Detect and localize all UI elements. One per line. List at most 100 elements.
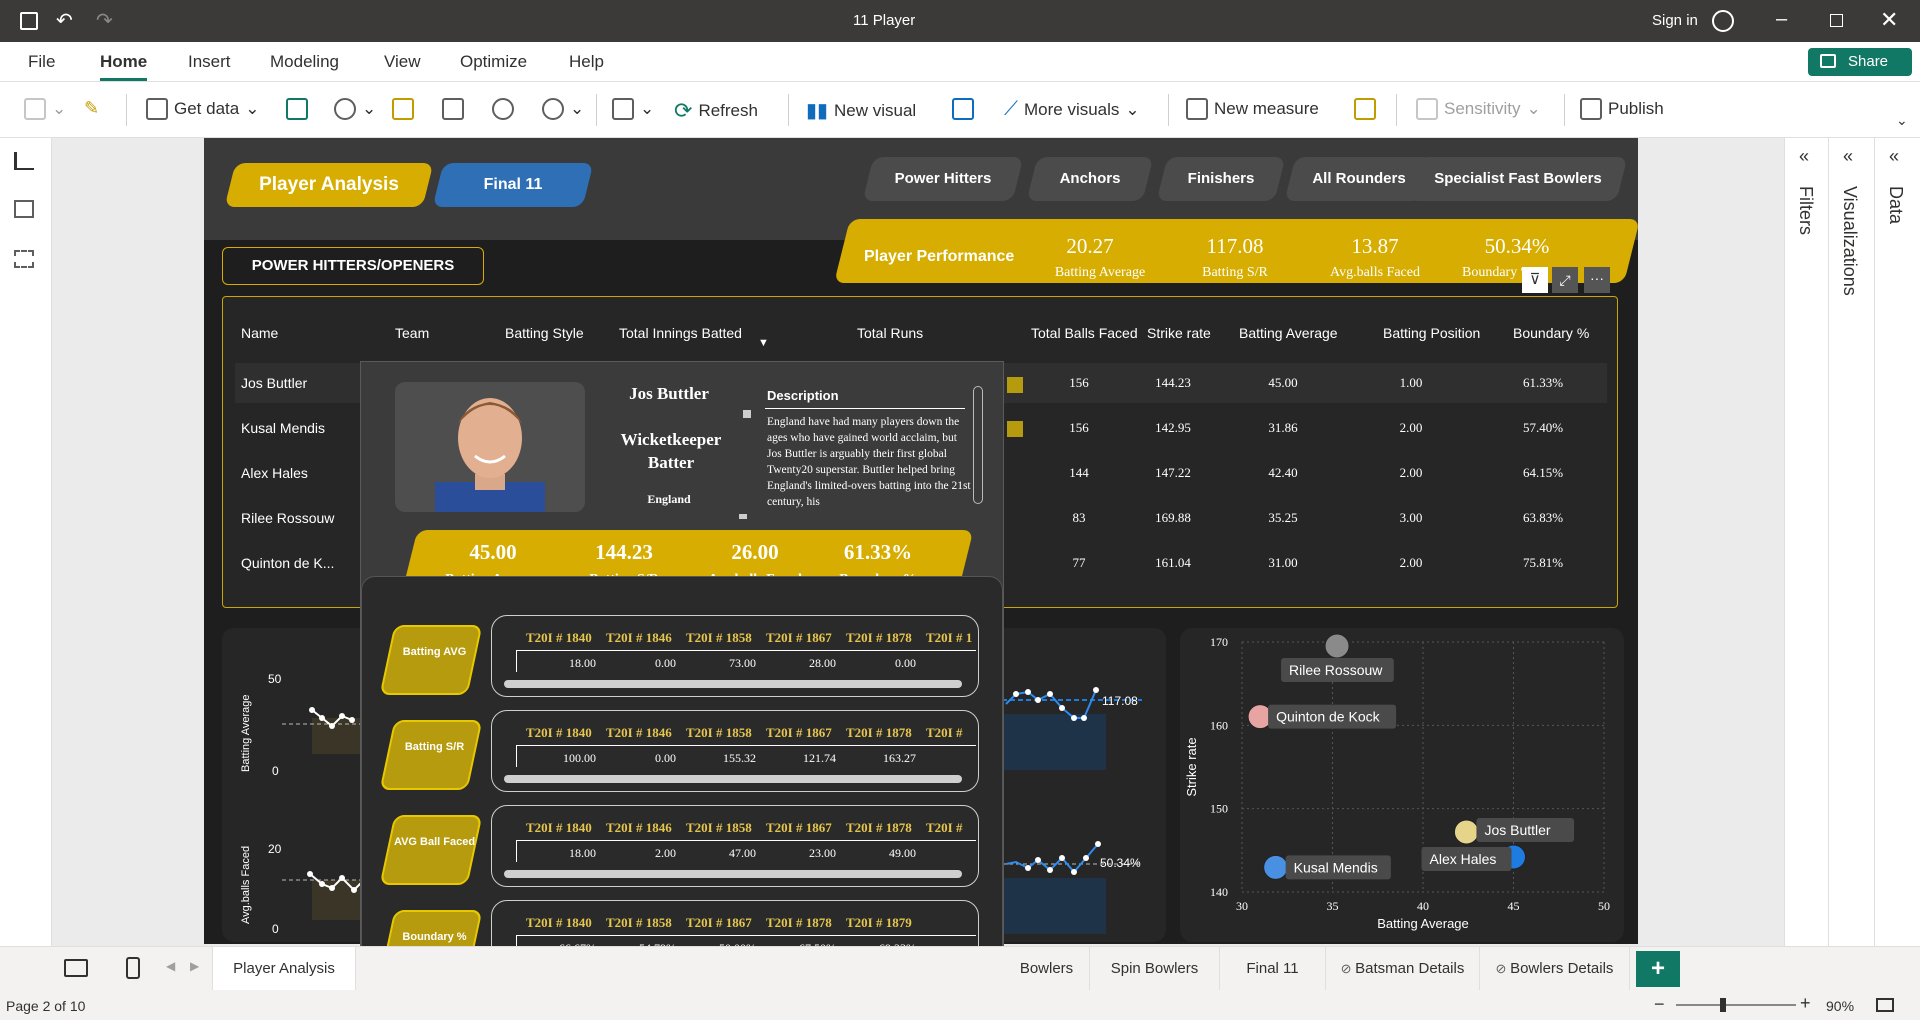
report-view-icon[interactable] xyxy=(14,152,34,170)
nav-anchors[interactable]: Anchors xyxy=(1026,157,1154,201)
fit-to-page-icon[interactable] xyxy=(1876,998,1894,1012)
transform-button[interactable]: ⌄ xyxy=(542,98,584,120)
stat-row-label: AVG Ball Faced xyxy=(393,836,476,848)
transform-data-button[interactable]: ⌄ xyxy=(612,98,654,120)
text-box-button[interactable] xyxy=(952,98,974,120)
col-team[interactable]: Team xyxy=(395,325,429,341)
matrix-scrollbar[interactable] xyxy=(504,680,962,688)
match-value: 2.00 xyxy=(655,846,676,860)
next-page-icon[interactable]: ▶ xyxy=(190,959,199,973)
save-icon[interactable] xyxy=(20,12,38,30)
expand-filters-icon[interactable]: « xyxy=(1799,146,1809,167)
more-visuals-button[interactable]: ⟋ More visuals ⌄ xyxy=(1004,98,1140,121)
sign-in-link[interactable]: Sign in xyxy=(1652,12,1698,29)
col-total-runs[interactable]: Total Runs xyxy=(857,325,923,341)
data-pane[interactable]: « Data xyxy=(1874,138,1920,946)
matrix-scrollbar[interactable] xyxy=(504,870,962,878)
description-scrollbar[interactable] xyxy=(973,386,983,504)
zoom-out-icon[interactable]: − xyxy=(1654,994,1665,1015)
y-tick-label: 150 xyxy=(1210,802,1228,816)
menu-optimize[interactable]: Optimize xyxy=(460,52,527,72)
player-tooltip: Jos Buttler Wicketkeeper Batter England … xyxy=(360,361,1004,1010)
zoom-in-icon[interactable]: + xyxy=(1800,993,1811,1014)
more-options-icon[interactable]: ··· xyxy=(1584,267,1610,293)
matrix-scrollbar[interactable] xyxy=(504,775,962,783)
collapse-ribbon-icon[interactable]: ⌄ xyxy=(1896,112,1908,129)
undo-icon[interactable]: ↶ xyxy=(56,8,73,33)
photo-scroll-handle-bottom[interactable] xyxy=(739,514,747,519)
model-view-icon[interactable] xyxy=(14,250,34,268)
menu-help[interactable]: Help xyxy=(569,52,604,72)
new-visual-button[interactable]: ▮▮ New visual xyxy=(806,98,916,123)
match-value: 49.00 xyxy=(889,846,916,860)
page-tab-player-analysis[interactable]: Player Analysis xyxy=(212,947,356,991)
share-button[interactable]: Share xyxy=(1808,48,1912,76)
menu-file[interactable]: File xyxy=(28,52,55,72)
cell-pos: 3.00 xyxy=(1399,510,1423,525)
page-tab-spin-bowlers[interactable]: Spin Bowlers xyxy=(1090,947,1220,991)
match-header: T20I # 1867 xyxy=(766,725,832,740)
col-batting-style[interactable]: Batting Style xyxy=(505,325,584,341)
enter-data-button[interactable] xyxy=(442,98,464,120)
page-tab-bowlers-details[interactable]: ⊘ Bowlers Details xyxy=(1480,947,1630,991)
desktop-layout-icon[interactable] xyxy=(64,959,88,977)
table-view-icon[interactable] xyxy=(14,200,34,218)
menu-modeling[interactable]: Modeling xyxy=(270,52,339,72)
brush-icon: ✎ xyxy=(84,98,100,118)
refresh-button[interactable]: ⟳ Refresh xyxy=(674,98,758,124)
prev-page-icon[interactable]: ◀ xyxy=(166,959,175,973)
status-bar: Page 2 of 10 − + 90% xyxy=(0,990,1920,1020)
minimize-icon[interactable]: – xyxy=(1776,8,1787,31)
match-header: T20I # 1840 xyxy=(526,915,592,930)
col-name[interactable]: Name xyxy=(241,325,278,341)
match-value: 155.32 xyxy=(723,751,756,765)
menu-insert[interactable]: Insert xyxy=(188,52,231,72)
new-measure-button[interactable]: New measure xyxy=(1186,98,1319,120)
get-data-button[interactable]: Get data ⌄ xyxy=(146,98,259,120)
zoom-slider[interactable] xyxy=(1676,998,1796,1012)
page-tab-final-11[interactable]: Final 11 xyxy=(1220,947,1326,991)
focus-mode-icon[interactable]: ⤢ xyxy=(1552,267,1578,293)
excel-button[interactable] xyxy=(286,98,308,120)
tab-player-analysis[interactable]: Player Analysis xyxy=(224,163,434,207)
ba-tick-0: 0 xyxy=(272,764,279,778)
col-balls-faced[interactable]: Total Balls Faced xyxy=(1031,325,1138,341)
page-tab-batsman-details[interactable]: ⊘ Batsman Details xyxy=(1326,947,1480,991)
recent-sources-button[interactable] xyxy=(492,98,514,120)
close-icon[interactable]: ✕ xyxy=(1880,7,1898,33)
page-tab-bowlers[interactable]: Bowlers xyxy=(1004,947,1090,991)
menu-home[interactable]: Home xyxy=(100,52,148,81)
menu-view[interactable]: View xyxy=(384,52,421,72)
col-batting-position[interactable]: Batting Position xyxy=(1383,325,1480,341)
visualizations-pane[interactable]: « Visualizations xyxy=(1828,138,1874,946)
calculator-icon xyxy=(1186,98,1208,120)
format-painter-button[interactable]: ✎ xyxy=(84,98,99,119)
stat-row-label-badge: AVG Ball Faced xyxy=(379,815,483,885)
nav-power-hitters[interactable]: Power Hitters xyxy=(862,157,1024,201)
col-strike-rate[interactable]: Strike rate xyxy=(1147,325,1211,341)
filter-icon[interactable]: ⊽ xyxy=(1522,267,1548,293)
nav-specialist-fast-bowlers[interactable]: Specialist Fast Bowlers xyxy=(1408,157,1628,201)
filters-pane[interactable]: « Filters xyxy=(1784,138,1828,946)
onelake-button[interactable]: ⌄ xyxy=(334,98,376,120)
data-point-label: Quinton de Kock xyxy=(1276,709,1381,725)
dataverse-button[interactable] xyxy=(392,98,414,120)
expand-visualizations-icon[interactable]: « xyxy=(1843,146,1853,167)
match-value: 47.00 xyxy=(729,846,756,860)
quick-measure-button[interactable] xyxy=(1354,98,1376,120)
account-icon[interactable] xyxy=(1712,10,1734,32)
tab-final-11[interactable]: Final 11 xyxy=(432,163,594,207)
mobile-layout-icon[interactable] xyxy=(126,957,140,979)
match-header: T20I # 1878 xyxy=(846,630,912,645)
publish-button[interactable]: Publish xyxy=(1580,98,1664,120)
col-batting-average[interactable]: Batting Average xyxy=(1239,325,1338,341)
add-page-button[interactable]: + xyxy=(1636,951,1680,987)
col-innings[interactable]: Total Innings Batted xyxy=(619,325,742,341)
restore-icon[interactable] xyxy=(1830,14,1843,27)
photo-scroll-handle[interactable] xyxy=(743,410,751,418)
col-boundary[interactable]: Boundary % xyxy=(1513,325,1589,341)
nav-finishers[interactable]: Finishers xyxy=(1156,157,1286,201)
zoom-slider-thumb[interactable] xyxy=(1720,998,1726,1012)
expand-data-icon[interactable]: « xyxy=(1889,146,1899,167)
sort-desc-icon[interactable]: ▼ xyxy=(758,337,769,349)
